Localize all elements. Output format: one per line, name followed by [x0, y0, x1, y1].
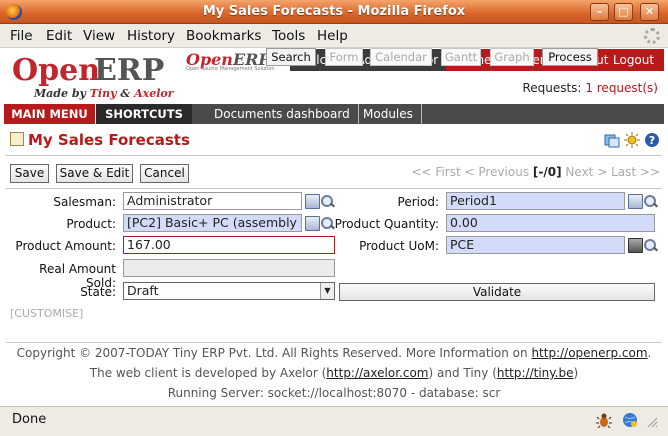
- view-calendar-button[interactable]: Calendar: [370, 48, 432, 66]
- state-select[interactable]: Draft ▼: [123, 282, 335, 300]
- window-titlebar: My Sales Forecasts - Mozilla Firefox – □…: [0, 0, 668, 24]
- resize-grip-icon[interactable]: [642, 412, 658, 428]
- logo-made-by: Made by Tiny & Axelor: [34, 87, 174, 100]
- menu-edit[interactable]: Edit: [46, 28, 72, 44]
- menu-view[interactable]: View: [83, 28, 115, 44]
- open-record-icon[interactable]: [305, 194, 320, 209]
- pager-last[interactable]: Last >>: [611, 165, 660, 179]
- requests-link[interactable]: 1 request(s): [585, 81, 658, 95]
- validate-button[interactable]: Validate: [339, 283, 655, 301]
- menu-bookmarks[interactable]: Bookmarks: [186, 28, 261, 44]
- shortcuts-tab[interactable]: SHORTCUTS: [96, 104, 192, 124]
- footer-copyright: Copyright © 2007-TODAY Tiny ERP Pvt. Ltd…: [16, 346, 652, 360]
- footer-server: Running Server: socket://localhost:8070 …: [167, 386, 501, 400]
- save-button[interactable]: Save: [10, 164, 49, 183]
- window-title: My Sales Forecasts - Mozilla Firefox: [202, 4, 466, 19]
- period-field[interactable]: Period1: [446, 192, 625, 210]
- openerp-link[interactable]: http://openerp.com: [531, 346, 647, 360]
- page-title: My Sales Forecasts: [10, 131, 190, 149]
- browser-statusbar: Done: [0, 406, 668, 436]
- logout-link[interactable]: Logout: [613, 49, 654, 71]
- tab-modules[interactable]: Modules: [355, 104, 422, 124]
- footer: Copyright © 2007-TODAY Tiny ERP Pvt. Ltd…: [6, 342, 662, 406]
- view-graph-button[interactable]: Graph: [490, 48, 534, 66]
- open-record-icon[interactable]: [305, 216, 320, 231]
- state-label: State:: [80, 285, 116, 299]
- period-label: Period:: [397, 195, 439, 209]
- divider: [6, 188, 662, 189]
- bug-icon[interactable]: [596, 412, 612, 428]
- open-record-icon[interactable]: [628, 238, 643, 253]
- state-value: Draft: [127, 283, 159, 298]
- loading-throbber-icon: [644, 28, 660, 44]
- plugin-icon[interactable]: [624, 132, 640, 148]
- divider: [6, 155, 662, 156]
- logo-open: Open: [12, 53, 101, 88]
- search-icon[interactable]: [643, 238, 658, 253]
- product-uom-field[interactable]: PCE: [446, 236, 625, 254]
- pager: << First < Previous [-/0] Next > Last >>: [411, 165, 660, 179]
- open-record-icon[interactable]: [628, 194, 643, 209]
- openerp-logo[interactable]: Open ERP Made by Tiny & Axelor: [10, 53, 180, 100]
- footer-developers: The web client is developed by Axelor (h…: [89, 366, 579, 380]
- main-menu-tab[interactable]: MAIN MENU: [4, 104, 96, 124]
- close-button[interactable]: ✕: [640, 3, 659, 21]
- menu-history[interactable]: History: [127, 28, 175, 44]
- tab-documents-dashboard[interactable]: Documents dashboard: [206, 104, 359, 124]
- requests-indicator: Requests: 1 request(s): [522, 81, 658, 95]
- menu-file[interactable]: File: [10, 28, 33, 44]
- product-amount-field[interactable]: 167.00: [123, 236, 335, 254]
- maximize-button[interactable]: □: [614, 3, 633, 21]
- product-label: Product:: [66, 217, 116, 231]
- chevron-down-icon: ▼: [320, 283, 334, 299]
- pager-first[interactable]: << First: [411, 165, 460, 179]
- main-navbar: MAIN MENU SHORTCUTS Documents dashboard …: [4, 104, 664, 124]
- menu-help[interactable]: Help: [317, 28, 348, 44]
- product-uom-label: Product UoM:: [359, 239, 439, 253]
- salesman-label: Salesman:: [53, 195, 116, 209]
- view-search-button[interactable]: Search: [266, 48, 316, 66]
- menu-tools[interactable]: Tools: [272, 28, 305, 44]
- translate-icon[interactable]: [604, 132, 620, 148]
- pager-next[interactable]: Next >: [565, 165, 607, 179]
- form-edit-icon: [10, 132, 24, 146]
- logo-erp: ERP: [94, 53, 165, 88]
- view-form-button[interactable]: Form: [325, 48, 363, 66]
- help-icon[interactable]: ?: [644, 132, 660, 148]
- real-amount-sold-field: [123, 259, 335, 277]
- customise-link[interactable]: [CUSTOMISE]: [10, 307, 83, 320]
- brand-tagline: Open Source Management Solution: [186, 66, 275, 72]
- product-field[interactable]: [PC2] Basic+ PC (assembly on order): [123, 214, 302, 232]
- status-text: Done: [12, 412, 47, 427]
- minimize-button[interactable]: –: [590, 3, 609, 21]
- salesman-field[interactable]: Administrator: [123, 192, 302, 210]
- save-edit-button[interactable]: Save & Edit: [56, 164, 133, 183]
- view-gantt-button[interactable]: Gantt: [441, 48, 481, 66]
- browser-menubar: File Edit View History Bookmarks Tools H…: [0, 24, 668, 48]
- product-quantity-label: Product Quantity:: [334, 217, 439, 231]
- page-content: Open ERP Made by Tiny & Axelor OpenERP O…: [0, 48, 668, 406]
- view-process-button[interactable]: Process: [542, 48, 598, 66]
- product-quantity-field[interactable]: 0.00: [446, 214, 655, 232]
- cancel-button[interactable]: Cancel: [140, 164, 189, 183]
- tiny-link[interactable]: http://tiny.be: [497, 366, 574, 380]
- network-icon[interactable]: [622, 412, 638, 428]
- search-icon[interactable]: [643, 194, 658, 209]
- product-amount-label: Product Amount:: [15, 239, 116, 253]
- axelor-link[interactable]: http://axelor.com: [326, 366, 428, 380]
- svg-text:?: ?: [649, 134, 655, 147]
- pager-previous[interactable]: < Previous: [464, 165, 529, 179]
- requests-label: Requests:: [522, 81, 582, 95]
- pager-count: [-/0]: [532, 165, 562, 179]
- search-icon[interactable]: [320, 194, 335, 209]
